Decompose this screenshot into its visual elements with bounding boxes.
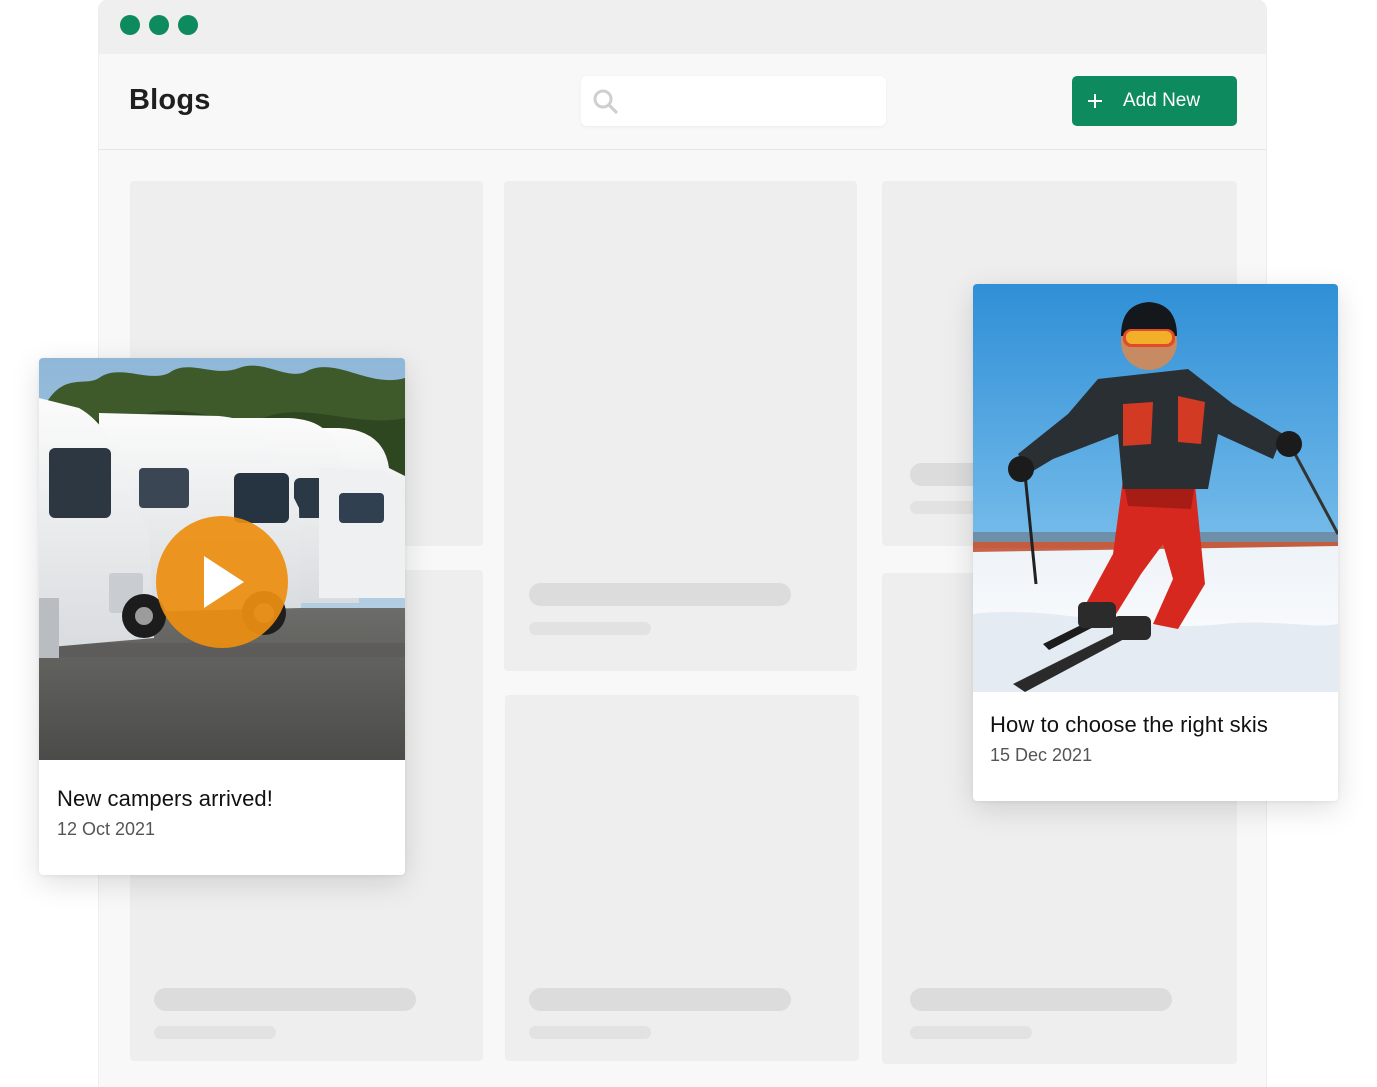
app-header: Blogs Add New — [99, 54, 1266, 150]
campers-thumbnail[interactable] — [39, 358, 405, 760]
skeleton-date-bar — [154, 1026, 276, 1039]
search-input[interactable] — [627, 84, 872, 118]
window-titlebar — [99, 0, 1266, 54]
blog-card-campers[interactable]: New campers arrived! 12 Oct 2021 — [39, 358, 405, 875]
page-title: Blogs — [129, 84, 211, 116]
play-button[interactable] — [156, 516, 288, 648]
skis-thumbnail[interactable] — [973, 284, 1338, 692]
window-close-dot[interactable] — [120, 15, 140, 35]
search-icon — [593, 89, 618, 114]
skeleton-title-bar — [910, 988, 1172, 1011]
add-new-button[interactable]: Add New — [1072, 76, 1237, 126]
post-title[interactable]: New campers arrived! — [57, 786, 273, 812]
skeleton-title-bar — [154, 988, 416, 1011]
play-icon — [204, 556, 244, 608]
skier-photo — [973, 284, 1338, 692]
skeleton-date-bar — [529, 622, 651, 635]
skeleton-date-bar — [910, 1026, 1032, 1039]
skeleton-date-bar — [529, 1026, 651, 1039]
skeleton-card — [504, 181, 857, 671]
window-maximize-dot[interactable] — [178, 15, 198, 35]
post-title[interactable]: How to choose the right skis — [990, 712, 1268, 738]
post-date: 15 Dec 2021 — [990, 745, 1093, 765]
skeleton-title-bar — [529, 988, 791, 1011]
post-date: 12 Oct 2021 — [57, 819, 156, 839]
skeleton-card — [505, 695, 859, 1061]
skeleton-title-bar — [529, 583, 791, 606]
search-box[interactable] — [581, 76, 886, 126]
window-minimize-dot[interactable] — [149, 15, 169, 35]
add-new-label: Add New — [1123, 90, 1201, 111]
blog-card-skis[interactable]: How to choose the right skis 15 Dec 2021 — [973, 284, 1338, 801]
plus-icon — [1086, 89, 1104, 113]
